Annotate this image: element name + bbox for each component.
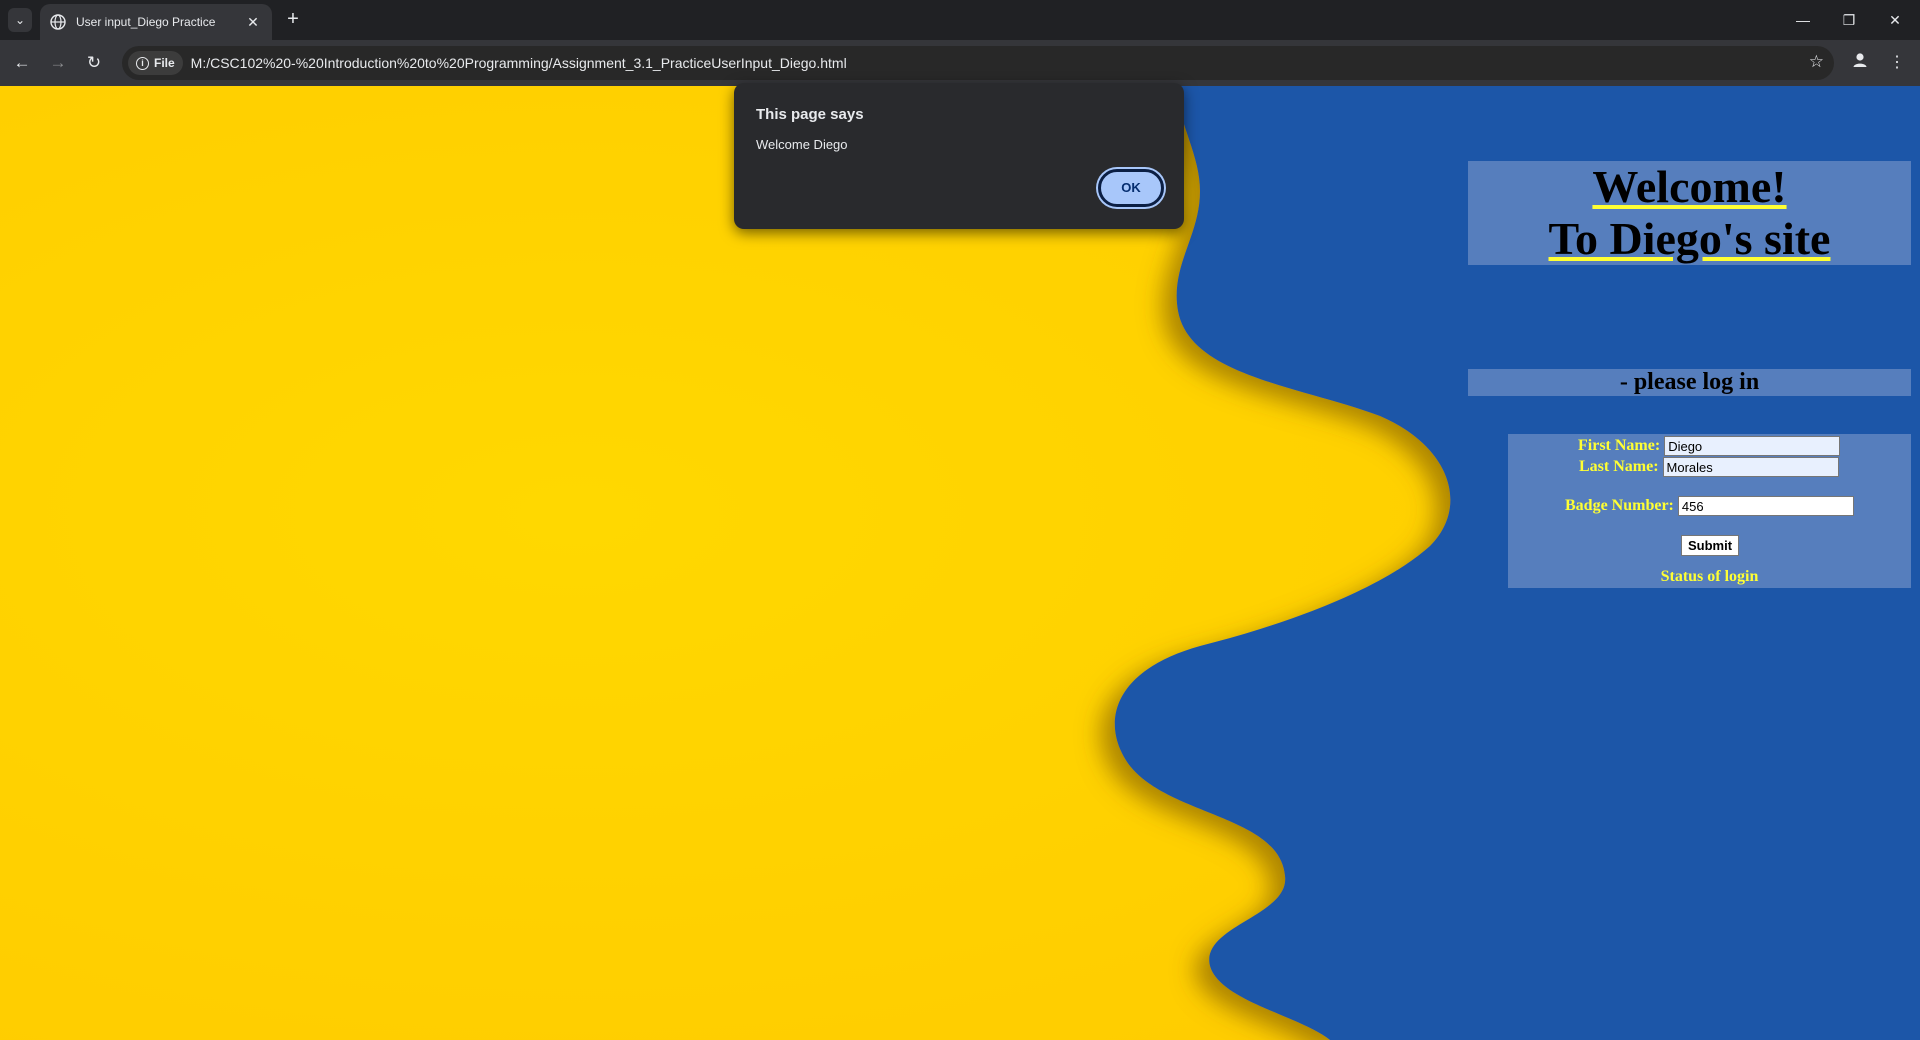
reload-icon[interactable]: ↻ <box>82 51 106 75</box>
tab-active[interactable]: User input_Diego Practice ✕ <box>40 4 272 40</box>
forward-arrow-icon[interactable]: → <box>46 51 70 75</box>
dialog-ok-button[interactable]: OK <box>1098 169 1164 207</box>
dialog-message: Welcome Diego <box>756 137 848 152</box>
welcome-line2: To Diego's site <box>1548 213 1831 264</box>
welcome-banner: Welcome! To Diego's site <box>1468 161 1911 265</box>
site-info-label: File <box>154 56 175 70</box>
badge-number-row: Badge Number: <box>1565 496 1854 516</box>
first-name-input[interactable] <box>1664 436 1841 456</box>
tab-close-icon[interactable]: ✕ <box>244 14 262 31</box>
tab-search-icon[interactable]: ⌄ <box>8 8 32 32</box>
tab-bar: ⌄ User input_Diego Practice ✕ + — ❐ ✕ <box>0 0 1920 40</box>
profile-avatar-icon <box>1853 53 1867 67</box>
address-bar[interactable]: i File M:/CSC102%20-%20Introduction%20to… <box>122 46 1834 80</box>
profile-icon[interactable] <box>1848 51 1872 75</box>
restore-icon[interactable]: ❐ <box>1834 8 1864 32</box>
url-text[interactable]: M:/CSC102%20-%20Introduction%20to%20Prog… <box>191 55 847 71</box>
info-icon: i <box>136 56 149 70</box>
window-close-icon[interactable]: ✕ <box>1880 8 1910 32</box>
last-name-row: Last Name: <box>1579 457 1839 477</box>
globe-icon <box>50 14 66 30</box>
submit-button[interactable]: Submit <box>1681 535 1739 556</box>
login-status: Status of login <box>1660 568 1759 585</box>
alert-dialog: This page says Welcome Diego OK <box>734 83 1184 229</box>
site-info-chip[interactable]: i File <box>128 51 183 75</box>
new-tab-button[interactable]: + <box>282 9 304 31</box>
dialog-title: This page says <box>756 106 864 123</box>
first-name-label: First Name: <box>1578 437 1661 454</box>
login-heading: - please log in <box>1468 369 1911 396</box>
badge-number-input[interactable] <box>1677 496 1854 516</box>
badge-number-label: Badge Number: <box>1565 497 1674 514</box>
minimize-icon[interactable]: — <box>1788 8 1818 32</box>
last-name-label: Last Name: <box>1579 458 1659 475</box>
tab-title: User input_Diego Practice <box>76 15 216 29</box>
first-name-row: First Name: <box>1578 436 1841 456</box>
login-form: First Name: Last Name: Badge Number: Sub… <box>1508 434 1911 588</box>
page-viewport: Welcome! To Diego's site - please log in… <box>0 86 1920 1040</box>
last-name-input[interactable] <box>1662 457 1839 477</box>
welcome-line1: Welcome! <box>1592 161 1787 212</box>
back-arrow-icon[interactable]: ← <box>10 51 34 75</box>
toolbar: ← → ↻ i File M:/CSC102%20-%20Introductio… <box>0 40 1920 86</box>
bookmark-star-icon[interactable]: ☆ <box>1809 52 1824 72</box>
menu-kebab-icon[interactable]: ⋮ <box>1885 51 1909 75</box>
